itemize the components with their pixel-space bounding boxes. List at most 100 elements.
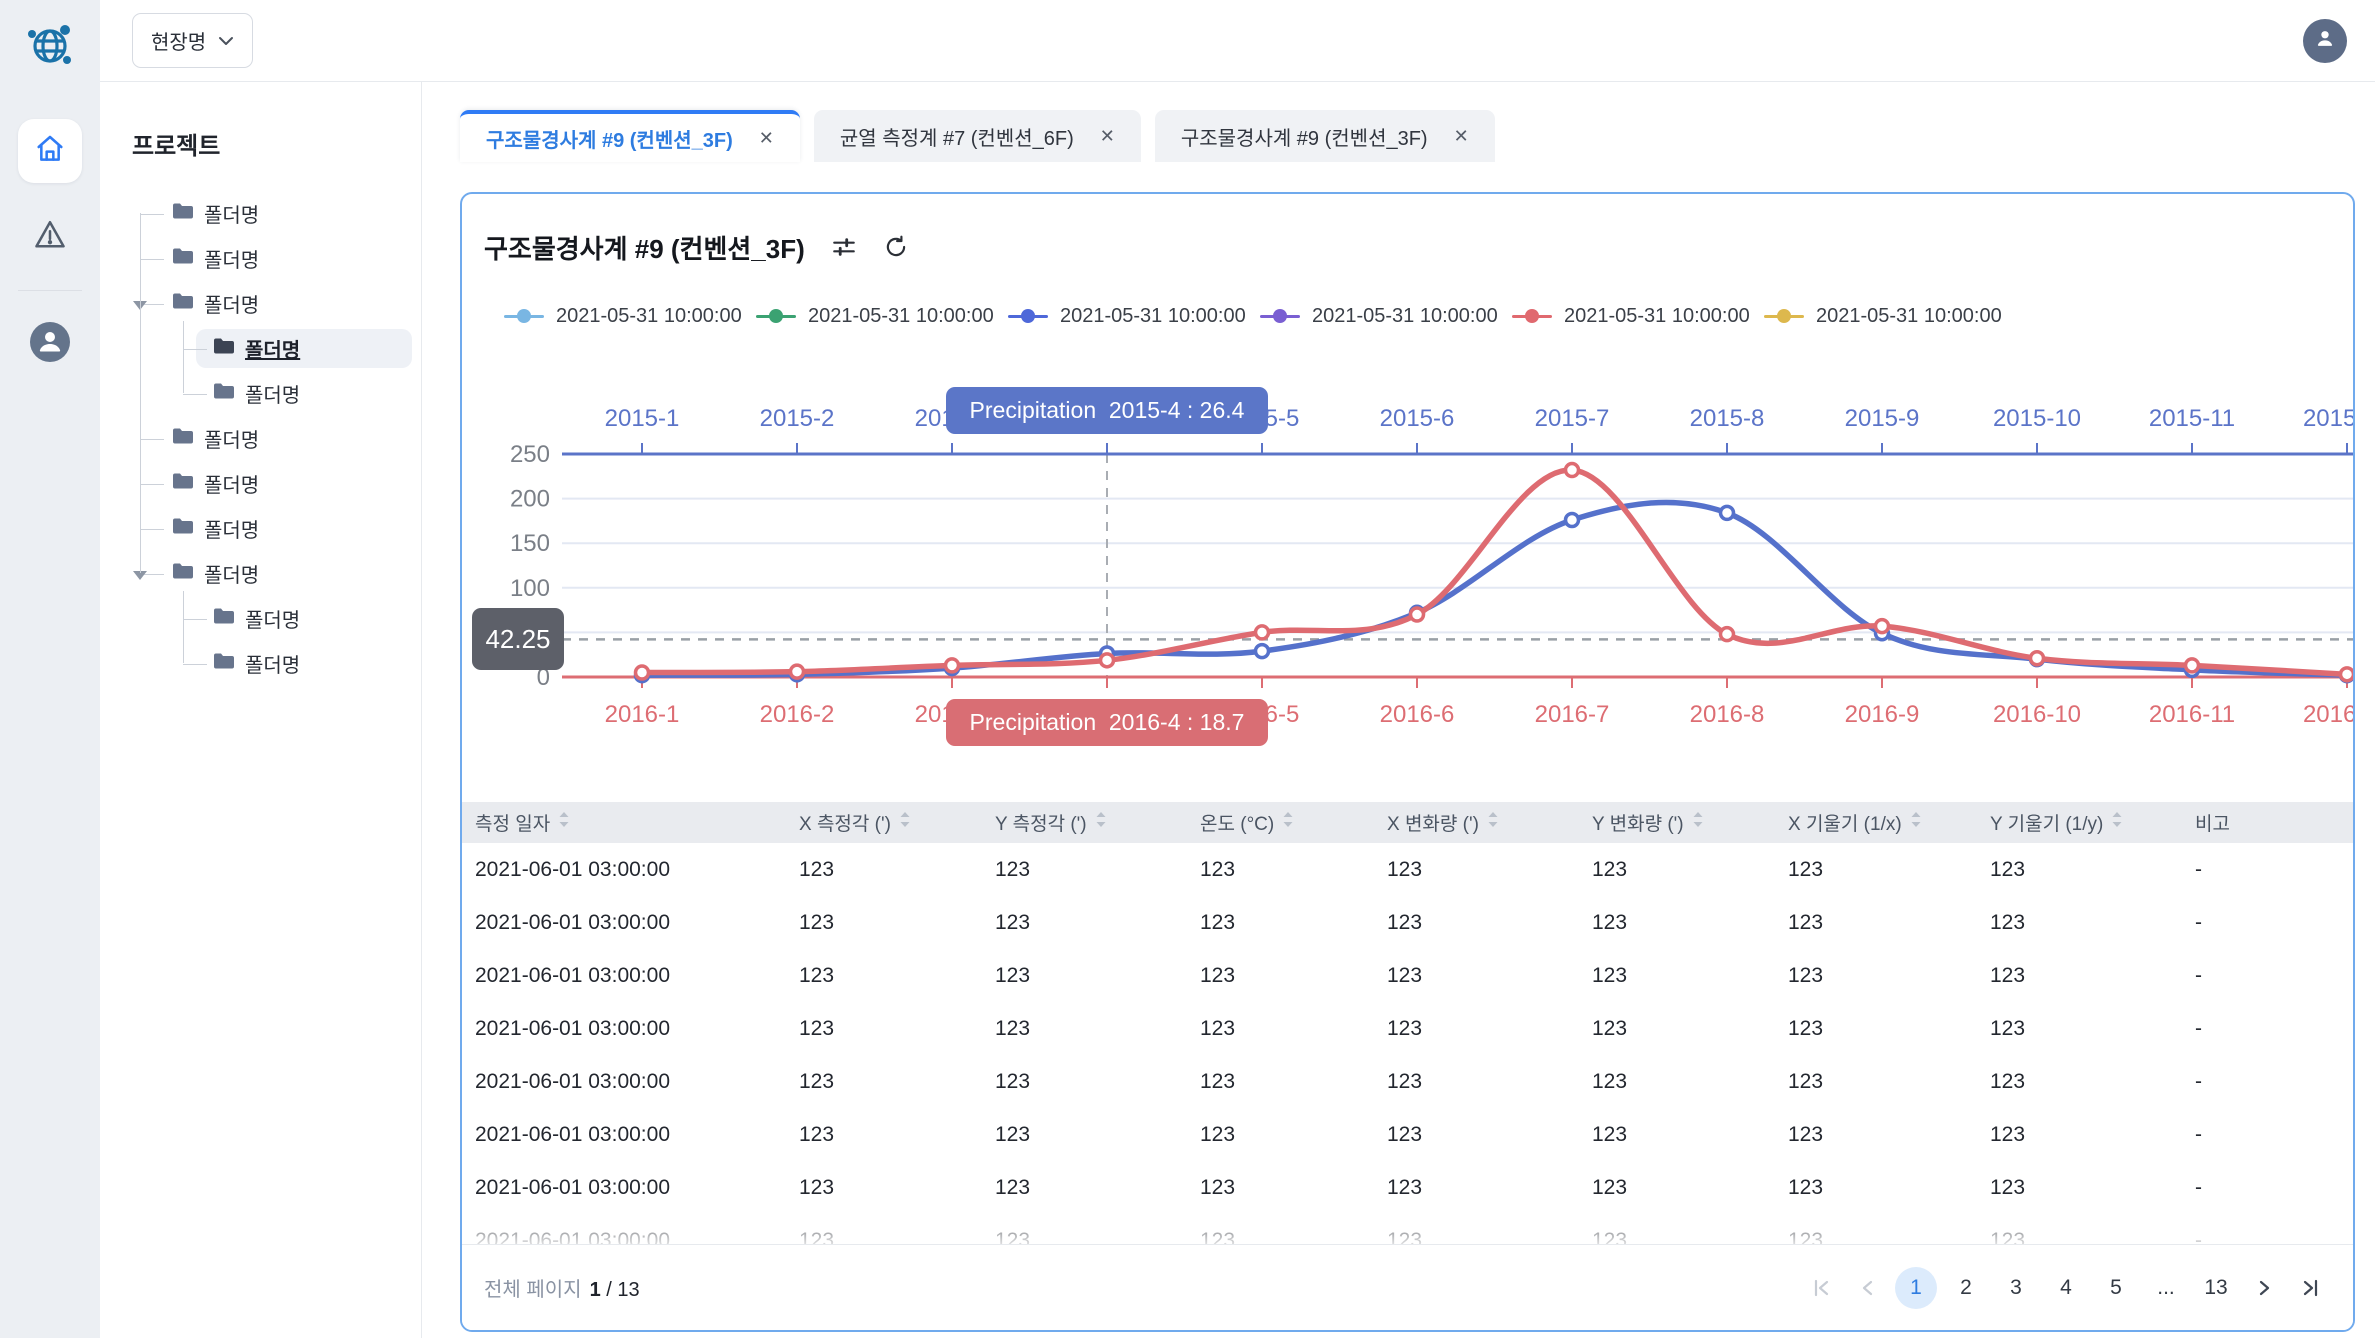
column-label: X 변화량 (') — [1387, 809, 1479, 836]
legend-item-5[interactable]: 2021-05-31 10:00:00 — [1512, 305, 1764, 328]
sort-icon[interactable] — [899, 811, 911, 834]
globe-network-icon — [23, 18, 77, 77]
table-cell: 123 — [1990, 1123, 2195, 1147]
svg-text:2015-9: 2015-9 — [1845, 405, 1920, 432]
sort-icon[interactable] — [1282, 811, 1294, 834]
user-avatar[interactable] — [2303, 19, 2347, 63]
tree-item[interactable]: 폴더명 — [100, 461, 413, 506]
measurement-table: 측정 일자X 측정각 (')Y 측정각 (') 온도 (°C)X 변화량 (') Y… — [462, 802, 2353, 1248]
project-panel-title: 프로젝트 — [132, 126, 421, 161]
column-label: Y 측정각 (') — [995, 809, 1087, 836]
sidebar-item-profile[interactable] — [29, 321, 71, 368]
tree-item[interactable]: 폴더명 — [100, 416, 413, 461]
legend-item-2[interactable]: 2021-05-31 10:00:00 — [756, 305, 1008, 328]
folder-icon — [172, 292, 194, 315]
close-icon[interactable]: ✕ — [1454, 126, 1469, 147]
close-icon[interactable]: ✕ — [759, 128, 774, 149]
page-number-2[interactable]: 2 — [1945, 1267, 1987, 1309]
sidebar-item-alerts[interactable] — [32, 217, 68, 258]
folder-icon — [213, 382, 235, 405]
card-header: 구조물경사계 #9 (컨벤션_3F) — [462, 194, 2353, 290]
table-cell: 123 — [1788, 964, 1990, 988]
table-row[interactable]: 2021-06-01 03:00:00123123123123123123123… — [462, 1161, 2353, 1214]
table-cell: 123 — [1788, 1070, 1990, 1094]
table-row[interactable]: 2021-06-01 03:00:00123123123123123123123… — [462, 1002, 2353, 1055]
table-row[interactable]: 2021-06-01 03:00:00123123123123123123123… — [462, 949, 2353, 1002]
sort-icon[interactable] — [1095, 811, 1107, 834]
table-row[interactable]: 2021-06-01 03:00:00123123123123123123123… — [462, 896, 2353, 949]
sort-icon[interactable] — [1910, 811, 1922, 834]
tree-item[interactable]: 폴더명 — [100, 551, 413, 596]
table-row[interactable]: 2021-06-01 03:00:00123123123123123123123… — [462, 1108, 2353, 1161]
table-cell: 2021-06-01 03:00:00 — [475, 911, 799, 935]
legend-item-1[interactable]: 2021-05-31 10:00:00 — [504, 305, 756, 328]
column-header-8[interactable]: Y 기울기 (1/y) — [1990, 809, 2195, 836]
tree-item-label: 폴더명 — [204, 244, 259, 273]
main-area: 구조물경사계 #9 (컨벤션_3F)✕균열 측정계 #7 (컨벤션_6F)✕구조… — [422, 82, 2375, 1338]
tab-1-active[interactable]: 구조물경사계 #9 (컨벤션_3F)✕ — [460, 110, 800, 162]
table-cell: 123 — [1788, 911, 1990, 935]
column-header-6[interactable]: Y 변화량 (') — [1592, 809, 1788, 836]
tree-connector — [183, 349, 207, 350]
tree-item[interactable]: 폴더명 — [100, 191, 413, 236]
first-page-button[interactable] — [1803, 1269, 1841, 1307]
sort-icon[interactable] — [1487, 811, 1499, 834]
refresh-icon[interactable] — [883, 234, 909, 260]
tree-item[interactable]: 폴더명 — [100, 506, 413, 551]
table-cell: 2021-06-01 03:00:00 — [475, 858, 799, 882]
table-row[interactable]: 2021-06-01 03:00:00123123123123123123123… — [462, 843, 2353, 896]
tab-3[interactable]: 구조물경사계 #9 (컨벤션_3F)✕ — [1155, 110, 1495, 162]
tree-item[interactable]: 폴더명 — [100, 281, 413, 326]
tree-item-selected[interactable]: 폴더명 — [100, 326, 413, 371]
legend-marker-icon — [1764, 309, 1804, 323]
svg-text:2015-6: 2015-6 — [1380, 405, 1455, 432]
page-number-4[interactable]: 4 — [2045, 1267, 2087, 1309]
page-number-5[interactable]: 5 — [2095, 1267, 2137, 1309]
table-cell: 2021-06-01 03:00:00 — [475, 1176, 799, 1200]
sort-icon[interactable] — [1692, 811, 1704, 834]
sort-icon[interactable] — [558, 811, 570, 834]
page-number-1[interactable]: 1 — [1895, 1267, 1937, 1309]
table-row[interactable]: 2021-06-01 03:00:00123123123123123123123… — [462, 1214, 2353, 1248]
pagination-bar: 전체 페이지 1 / 13 12345...13 — [462, 1244, 2353, 1330]
tune-sliders-icon[interactable] — [831, 234, 857, 260]
column-header-1[interactable]: 측정 일자 — [475, 809, 799, 836]
legend-item-4[interactable]: 2021-05-31 10:00:00 — [1260, 305, 1512, 328]
tab-2[interactable]: 균열 측정계 #7 (컨벤션_6F)✕ — [814, 110, 1141, 162]
warning-triangle-icon — [32, 217, 68, 258]
table-cell: 123 — [1592, 1176, 1788, 1200]
column-header-7[interactable]: X 기울기 (1/x) — [1788, 809, 1990, 836]
table-cell: - — [2195, 1176, 2353, 1200]
svg-text:2015-8: 2015-8 — [1690, 405, 1765, 432]
page-number-3[interactable]: 3 — [1995, 1267, 2037, 1309]
sort-icon[interactable] — [2111, 811, 2123, 834]
tree-item[interactable]: 폴더명 — [100, 371, 413, 416]
sidebar-item-home[interactable] — [18, 119, 82, 183]
line-chart[interactable]: Precipitation 2015-4 : 26.4 Precipitatio… — [462, 382, 2353, 782]
tree-item[interactable]: 폴더명 — [100, 596, 413, 641]
table-cell: 123 — [1387, 1176, 1592, 1200]
tree-item[interactable]: 폴더명 — [100, 236, 413, 281]
last-page-button[interactable] — [2291, 1269, 2329, 1307]
legend-item-6[interactable]: 2021-05-31 10:00:00 — [1764, 305, 2016, 328]
table-header-row: 측정 일자X 측정각 (')Y 측정각 (') 온도 (°C)X 변화량 (') Y… — [462, 802, 2353, 843]
legend-item-3[interactable]: 2021-05-31 10:00:00 — [1008, 305, 1260, 328]
person-icon — [2312, 25, 2338, 56]
page-number-13[interactable]: 13 — [2195, 1267, 2237, 1309]
column-header-3[interactable]: Y 측정각 (') — [995, 809, 1200, 836]
site-name-dropdown[interactable]: 현장명 — [132, 13, 253, 68]
tree-item[interactable]: 폴더명 — [100, 641, 413, 686]
y-value-badge: 42.25 — [472, 608, 564, 670]
table-cell: 123 — [1200, 1070, 1387, 1094]
column-header-2[interactable]: X 측정각 (') — [799, 809, 995, 836]
close-icon[interactable]: ✕ — [1100, 126, 1115, 147]
svg-text:150: 150 — [510, 530, 550, 557]
column-header-4[interactable]: 온도 (°C) — [1200, 809, 1387, 836]
next-page-button[interactable] — [2245, 1269, 2283, 1307]
column-header-5[interactable]: X 변화량 (') — [1387, 809, 1592, 836]
table-cell: 123 — [1200, 1017, 1387, 1041]
prev-page-button[interactable] — [1849, 1269, 1887, 1307]
table-row[interactable]: 2021-06-01 03:00:00123123123123123123123… — [462, 1055, 2353, 1108]
table-cell: 123 — [1387, 858, 1592, 882]
svg-text:2016-12: 2016-12 — [2303, 701, 2353, 728]
